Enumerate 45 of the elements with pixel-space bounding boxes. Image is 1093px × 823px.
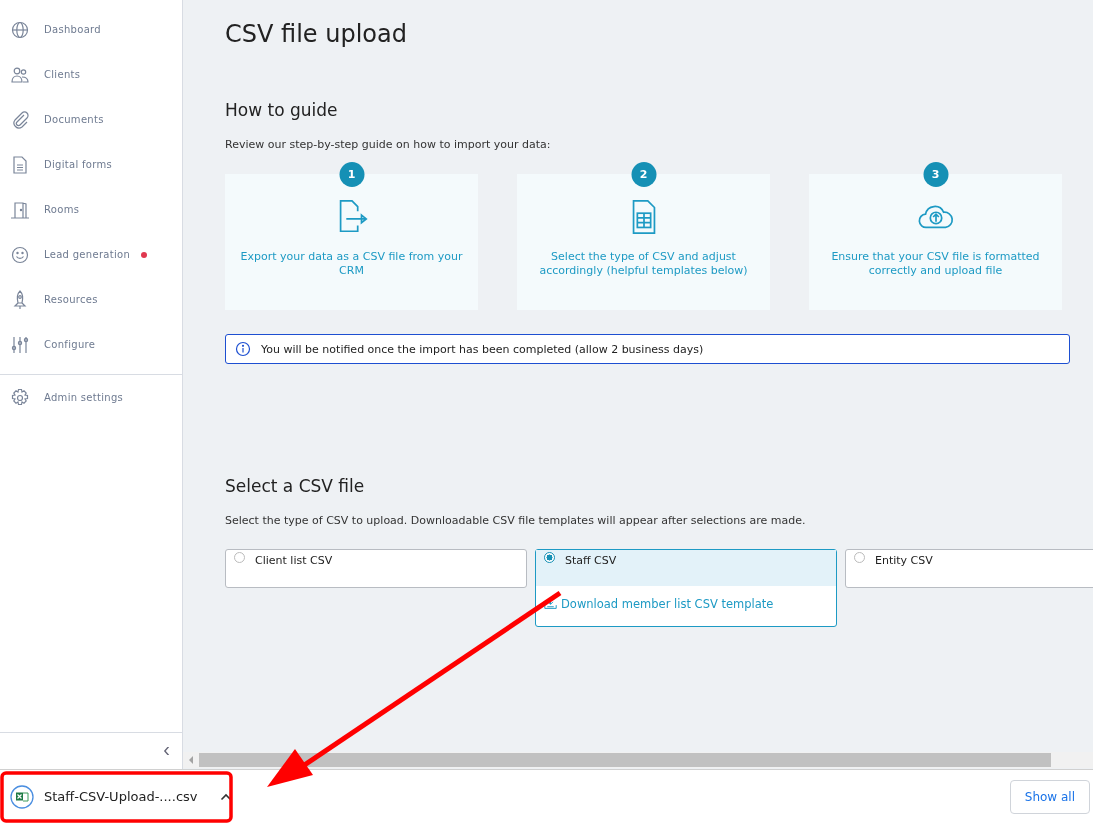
nav-item[interactable]: Resources <box>0 277 182 322</box>
globe-icon <box>10 19 30 40</box>
csv-option-card[interactable]: Staff CSV Download member list CSV template <box>535 549 837 627</box>
document-icon <box>10 154 30 175</box>
door-icon <box>10 199 30 220</box>
radio-button[interactable] <box>544 552 555 563</box>
info-icon <box>235 341 251 357</box>
spreadsheet-file-icon <box>10 784 34 809</box>
paperclip-icon <box>10 109 30 130</box>
csv-option-card[interactable]: Client list CSV <box>225 549 527 588</box>
file-name: Staff-CSV-Upload-....csv <box>44 789 198 805</box>
step-text: Select the type of CSV and adjust accordingly (helpful templates below) <box>538 250 749 278</box>
page-title: CSV file upload <box>225 20 408 48</box>
download-item[interactable]: Staff-CSV-Upload-....csv <box>8 784 242 809</box>
caret-icon[interactable] <box>219 792 232 801</box>
intro-text: Select the type of CSV to upload. Downloadable CSV file templates will appear after selections are made. <box>225 514 807 527</box>
radio-button[interactable] <box>854 552 865 563</box>
nav-item[interactable]: Lead generation <box>0 232 182 277</box>
radio-button[interactable] <box>234 552 245 563</box>
step-text: Ensure that your CSV file is formatted correctly and upload file <box>830 250 1041 278</box>
nav-item[interactable]: Rooms <box>0 187 182 232</box>
csv-option-card[interactable]: Entity CSV <box>845 549 1093 588</box>
nav-item[interactable]: Dashboard <box>0 7 182 52</box>
section-heading: How to guide <box>225 100 339 120</box>
step-number: 3 <box>923 162 948 187</box>
nav-item[interactable]: Clients <box>0 52 182 97</box>
notice-text: You will be notified once the import has been completed (allow 2 business days) <box>261 342 704 356</box>
step-text: Export your data as a CSV file from your CRM <box>239 250 464 278</box>
nav-item[interactable]: Admin settings <box>0 375 182 420</box>
template-download-link[interactable]: Download member list CSV template <box>544 596 774 611</box>
nav-item[interactable]: Documents <box>0 97 182 142</box>
option-label: Client list CSV <box>255 554 333 567</box>
option-label: Entity CSV <box>875 554 933 567</box>
smiley-icon <box>10 244 30 265</box>
section-heading: Select a CSV file <box>225 476 366 496</box>
collapse-button[interactable]: ‹ <box>159 739 174 760</box>
nav-item[interactable]: Configure <box>0 322 182 367</box>
option-label: Staff CSV <box>565 554 617 567</box>
sliders-icon <box>10 334 30 355</box>
nav-item[interactable]: Digital forms <box>0 142 182 187</box>
step-number: 1 <box>339 162 364 187</box>
show-all-button[interactable]: Show all <box>1009 779 1090 814</box>
settings-icon <box>10 387 30 408</box>
intro-text: Review our step-by-step guide on how to import your data: <box>225 138 552 151</box>
step-number: 2 <box>631 162 656 187</box>
